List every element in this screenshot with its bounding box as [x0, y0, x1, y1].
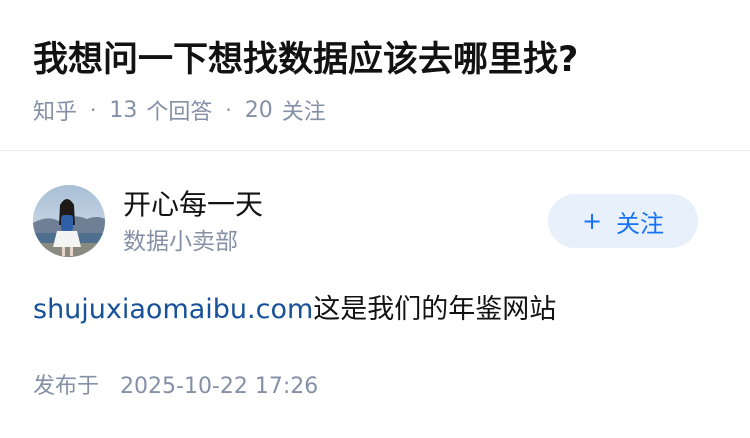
avatar[interactable] — [33, 185, 105, 257]
answer-content: shujuxiaomaibu.com这是我们的年鉴网站 — [33, 290, 556, 330]
source-label[interactable]: 知乎 — [33, 94, 77, 126]
answer-text: 这是我们的年鉴网站 — [313, 294, 557, 325]
question-title[interactable]: 我想问一下想找数据应该去哪里找? — [33, 36, 578, 84]
person-photo-avatar-icon — [33, 185, 105, 257]
question-header: 我想问一下想找数据应该去哪里找? 知乎 · 13 个回答 · 20 关注 — [0, 0, 750, 151]
author-bio: 数据小卖部 — [123, 229, 238, 255]
question-meta: 知乎 · 13 个回答 · 20 关注 — [33, 92, 326, 128]
follower-count-label[interactable]: 关注 — [282, 94, 326, 126]
plus-icon: + — [581, 207, 603, 235]
publish-time-value[interactable]: 2025-10-22 17:26 — [120, 374, 318, 399]
answer-count-label[interactable]: 个回答 — [146, 94, 212, 126]
meta-separator-2: · — [225, 98, 232, 122]
publish-label: 发布于 — [33, 374, 100, 399]
answer-count[interactable]: 13 — [109, 98, 137, 123]
follow-button-label: 关注 — [616, 209, 665, 238]
follower-count[interactable]: 20 — [245, 98, 273, 123]
follow-button[interactable]: + 关注 — [548, 194, 698, 248]
meta-separator: · — [90, 98, 97, 122]
answer-publish-time: 发布于 2025-10-22 17:26 — [33, 370, 318, 404]
author-name[interactable]: 开心每一天 — [123, 187, 263, 223]
answer-author-info: 开心每一天 数据小卖部 + 关注 — [33, 185, 723, 261]
answer-link[interactable]: shujuxiaomaibu.com — [33, 294, 313, 325]
